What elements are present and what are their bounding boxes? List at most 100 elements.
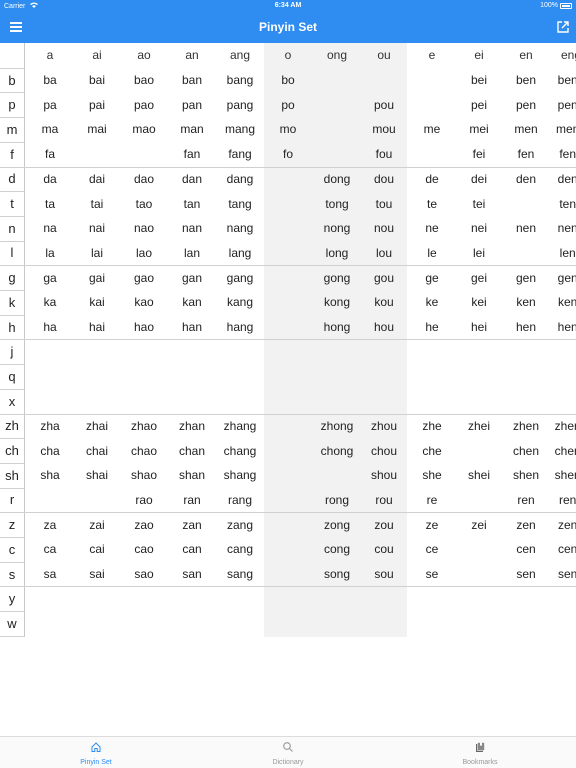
initial-label-j[interactable]: j — [0, 339, 24, 364]
syllable-cell[interactable]: rou — [360, 488, 408, 513]
syllable-cell[interactable]: kan — [168, 290, 216, 315]
syllable-cell[interactable]: ba — [26, 68, 74, 93]
syllable-cell[interactable]: teng — [547, 191, 576, 216]
initial-label-d[interactable]: d — [0, 167, 24, 192]
syllable-cell[interactable]: ha — [26, 315, 74, 340]
syllable-cell[interactable]: gou — [360, 265, 408, 290]
syllable-cell[interactable]: dou — [360, 167, 408, 192]
initial-label-s[interactable]: s — [0, 562, 24, 587]
syllable-cell[interactable]: ke — [408, 290, 456, 315]
initial-label-n[interactable]: n — [0, 216, 24, 241]
syllable-cell[interactable]: dao — [120, 167, 168, 192]
syllable-cell[interactable]: cong — [313, 537, 361, 562]
syllable-cell[interactable]: can — [168, 537, 216, 562]
syllable-cell[interactable]: cha — [26, 438, 74, 463]
syllable-cell[interactable]: gong — [313, 265, 361, 290]
syllable-cell[interactable]: nang — [216, 216, 264, 241]
syllable-cell[interactable]: te — [408, 191, 456, 216]
syllable-cell[interactable]: fang — [216, 142, 264, 167]
syllable-cell[interactable]: shai — [73, 463, 121, 488]
syllable-cell[interactable]: man — [168, 117, 216, 142]
syllable-cell[interactable]: hen — [502, 315, 550, 340]
syllable-cell[interactable]: ca — [26, 537, 74, 562]
syllable-cell[interactable]: fei — [455, 142, 503, 167]
syllable-cell[interactable]: nong — [313, 216, 361, 241]
syllable-cell[interactable]: kai — [73, 290, 121, 315]
syllable-cell[interactable]: bai — [73, 68, 121, 93]
syllable-cell[interactable]: la — [26, 241, 74, 266]
syllable-cell[interactable]: pa — [26, 92, 74, 117]
syllable-cell[interactable]: fou — [360, 142, 408, 167]
syllable-cell[interactable]: zhong — [313, 414, 361, 439]
syllable-cell[interactable]: zei — [455, 512, 503, 537]
syllable-cell[interactable]: ga — [26, 265, 74, 290]
syllable-cell[interactable]: hai — [73, 315, 121, 340]
syllable-cell[interactable]: keng — [547, 290, 576, 315]
syllable-cell[interactable]: zou — [360, 512, 408, 537]
syllable-cell[interactable]: pao — [120, 92, 168, 117]
syllable-cell[interactable]: gai — [73, 265, 121, 290]
syllable-cell[interactable]: ne — [408, 216, 456, 241]
syllable-cell[interactable]: ma — [26, 117, 74, 142]
syllable-cell[interactable]: pou — [360, 92, 408, 117]
syllable-cell[interactable]: bei — [455, 68, 503, 93]
syllable-cell[interactable]: hao — [120, 315, 168, 340]
syllable-cell[interactable]: sang — [216, 562, 264, 587]
syllable-cell[interactable]: zan — [168, 512, 216, 537]
tab-pinyin-set[interactable]: Pinyin Set — [36, 737, 156, 768]
initial-label-z[interactable]: z — [0, 512, 24, 537]
syllable-cell[interactable]: lai — [73, 241, 121, 266]
syllable-cell[interactable]: shang — [216, 463, 264, 488]
syllable-cell[interactable]: chong — [313, 438, 361, 463]
syllable-cell[interactable]: meng — [547, 117, 576, 142]
syllable-cell[interactable]: gang — [216, 265, 264, 290]
syllable-cell[interactable]: hei — [455, 315, 503, 340]
syllable-cell[interactable]: men — [502, 117, 550, 142]
syllable-cell[interactable]: ge — [408, 265, 456, 290]
syllable-cell[interactable]: tai — [73, 191, 121, 216]
syllable-cell[interactable]: chan — [168, 438, 216, 463]
initial-label-k[interactable]: k — [0, 290, 24, 315]
syllable-cell[interactable]: che — [408, 438, 456, 463]
syllable-cell[interactable]: gan — [168, 265, 216, 290]
syllable-cell[interactable]: lan — [168, 241, 216, 266]
initial-label-g[interactable]: g — [0, 265, 24, 290]
syllable-cell[interactable]: dang — [216, 167, 264, 192]
syllable-cell[interactable]: pen — [502, 92, 550, 117]
syllable-cell[interactable]: nou — [360, 216, 408, 241]
syllable-cell[interactable]: deng — [547, 167, 576, 192]
syllable-cell[interactable]: sao — [120, 562, 168, 587]
syllable-cell[interactable]: zhai — [73, 414, 121, 439]
syllable-cell[interactable]: shao — [120, 463, 168, 488]
syllable-cell[interactable]: san — [168, 562, 216, 587]
syllable-cell[interactable]: song — [313, 562, 361, 587]
syllable-cell[interactable]: se — [408, 562, 456, 587]
syllable-cell[interactable]: zeng — [547, 512, 576, 537]
syllable-cell[interactable]: hong — [313, 315, 361, 340]
syllable-cell[interactable]: gei — [455, 265, 503, 290]
syllable-cell[interactable]: tao — [120, 191, 168, 216]
syllable-cell[interactable]: tang — [216, 191, 264, 216]
syllable-cell[interactable]: kong — [313, 290, 361, 315]
syllable-cell[interactable]: beng — [547, 68, 576, 93]
syllable-cell[interactable]: cai — [73, 537, 121, 562]
syllable-cell[interactable]: feng — [547, 142, 576, 167]
syllable-cell[interactable]: sa — [26, 562, 74, 587]
syllable-cell[interactable]: mou — [360, 117, 408, 142]
syllable-cell[interactable]: zong — [313, 512, 361, 537]
syllable-cell[interactable]: sou — [360, 562, 408, 587]
syllable-cell[interactable]: lei — [455, 241, 503, 266]
syllable-cell[interactable]: chou — [360, 438, 408, 463]
syllable-cell[interactable]: rong — [313, 488, 361, 513]
syllable-cell[interactable]: lao — [120, 241, 168, 266]
initial-label-ch[interactable]: ch — [0, 438, 24, 463]
syllable-cell[interactable]: ka — [26, 290, 74, 315]
initial-label-p[interactable]: p — [0, 92, 24, 117]
syllable-cell[interactable]: nei — [455, 216, 503, 241]
syllable-cell[interactable]: zao — [120, 512, 168, 537]
syllable-cell[interactable]: dei — [455, 167, 503, 192]
syllable-cell[interactable]: dai — [73, 167, 121, 192]
syllable-cell[interactable]: zai — [73, 512, 121, 537]
external-link-icon[interactable] — [556, 20, 570, 34]
syllable-cell[interactable]: mo — [264, 117, 312, 142]
